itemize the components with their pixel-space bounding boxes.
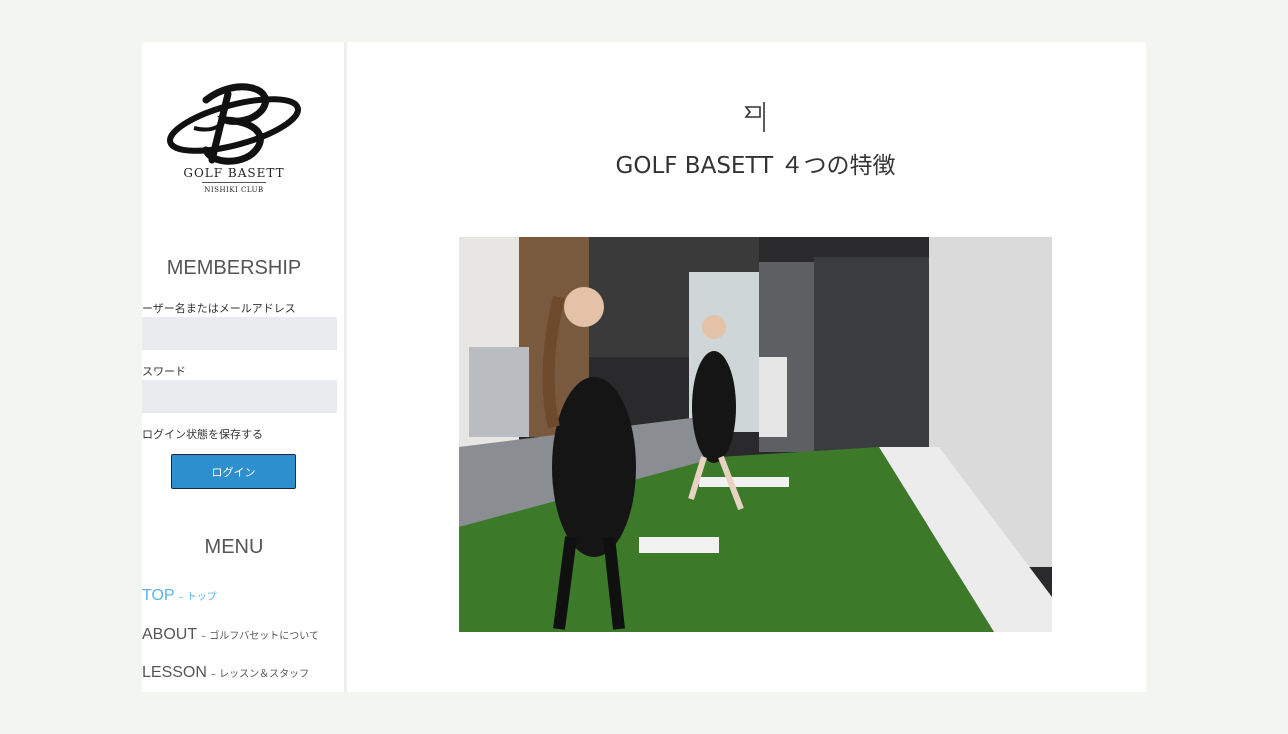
menu-item-about[interactable]: ABOUT – ゴルフバセットについて bbox=[142, 624, 319, 644]
sidebar: GOLF BASETT NISHIKI CLUB MEMBERSHIP ユーザー… bbox=[142, 42, 347, 692]
menu-item-label: TOP bbox=[142, 587, 175, 604]
username-input[interactable] bbox=[142, 317, 337, 350]
brand-logo-mark bbox=[167, 83, 301, 165]
password-input[interactable] bbox=[142, 380, 337, 413]
flag-icon bbox=[744, 102, 765, 132]
password-label: パスワード bbox=[142, 365, 186, 378]
golf-practice-photo-image bbox=[459, 237, 1052, 632]
menu-item-sublabel: – ゴルフバセットについて bbox=[201, 631, 320, 642]
membership-title: MEMBERSHIP bbox=[166, 257, 302, 279]
menu-title: MENU bbox=[204, 536, 264, 558]
remember-me-label: ログイン状態を保存する bbox=[142, 428, 263, 441]
brand-divider bbox=[202, 182, 266, 183]
brand-name: GOLF BASETT bbox=[183, 166, 285, 180]
golf-practice-photo bbox=[459, 237, 1052, 632]
menu-item-lesson[interactable]: LESSON – レッスン＆スタッフ bbox=[142, 662, 309, 682]
brand-subtitle: NISHIKI CLUB bbox=[204, 186, 264, 194]
remember-me-checkbox[interactable]: ログイン状態を保存する bbox=[142, 426, 263, 442]
username-label: ユーザー名またはメールアドレス bbox=[142, 302, 296, 315]
login-button[interactable]: ログイン bbox=[171, 454, 296, 489]
brand-logo[interactable]: GOLF BASETT NISHIKI CLUB bbox=[166, 80, 302, 200]
page-frame: GOLF BASETT NISHIKI CLUB MEMBERSHIP ユーザー… bbox=[142, 42, 1146, 692]
menu-item-label: LESSON bbox=[142, 664, 207, 681]
menu-item-top[interactable]: TOP – トップ bbox=[142, 585, 217, 605]
main-content: GOLF BASETT ４つの特徴 bbox=[347, 42, 1146, 692]
menu-item-sublabel: – トップ bbox=[178, 592, 217, 603]
menu-item-sublabel: – レッスン＆スタッフ bbox=[210, 669, 310, 680]
menu-item-label: ABOUT bbox=[142, 626, 198, 643]
page-heading: GOLF BASETT ４つの特徴 bbox=[615, 153, 896, 179]
